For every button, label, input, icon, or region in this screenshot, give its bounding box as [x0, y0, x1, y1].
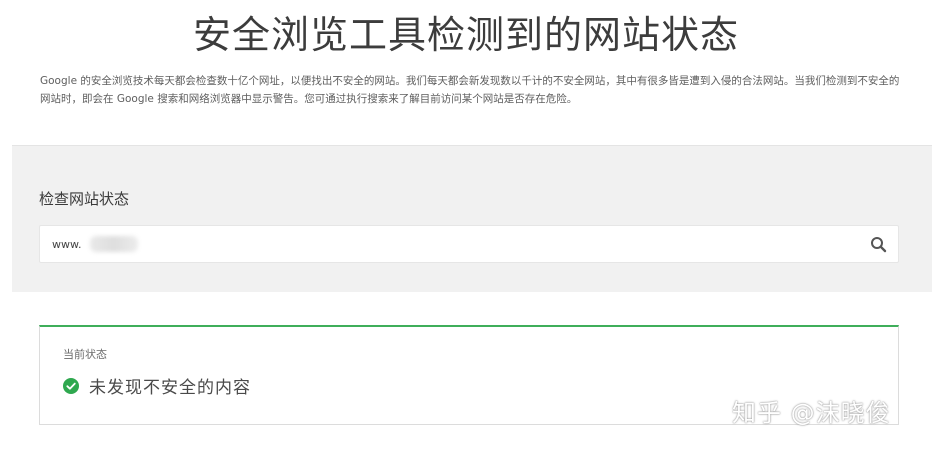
- search-box: [39, 225, 899, 263]
- check-section: 检查网站状态: [12, 145, 932, 292]
- redacted-url-blur: [90, 236, 138, 252]
- url-input[interactable]: [40, 226, 852, 262]
- check-title: 检查网站状态: [39, 190, 130, 208]
- search-icon: [871, 237, 887, 253]
- search-button[interactable]: [868, 234, 890, 256]
- intro-text: Google 的安全浏览技术每天都会检查数十亿个网址，以便找出不安全的网站。我们…: [40, 75, 900, 105]
- check-circle-icon: [63, 377, 79, 394]
- watermark: 知乎 @沫晓俊: [732, 399, 891, 427]
- status-row: 未发现不安全的内容: [63, 373, 251, 398]
- status-label: 当前状态: [63, 348, 107, 361]
- page-title: 安全浏览工具检测到的网站状态: [192, 13, 739, 57]
- status-text: 未发现不安全的内容: [89, 378, 251, 398]
